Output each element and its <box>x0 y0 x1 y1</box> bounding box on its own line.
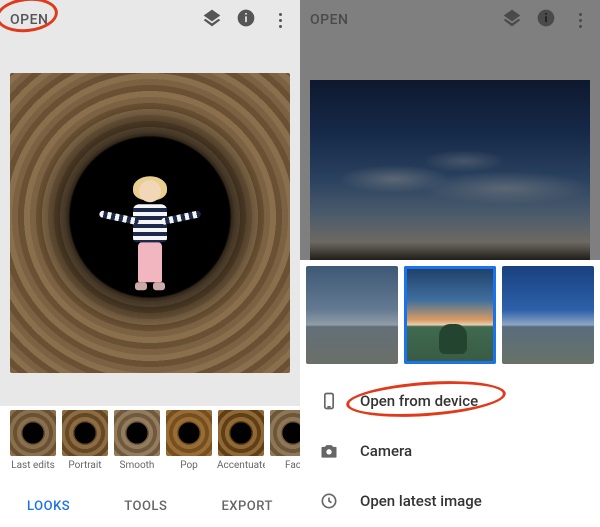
topbar: OPEN <box>0 0 300 40</box>
recent-image[interactable] <box>502 266 594 364</box>
filter-item[interactable]: Accentuate <box>216 410 266 486</box>
filter-label: Accentuate <box>217 460 265 471</box>
open-button[interactable]: OPEN <box>10 12 48 28</box>
filter-label: Fac <box>285 460 300 471</box>
background-photo <box>310 80 590 260</box>
filter-item[interactable]: Smooth <box>112 410 162 486</box>
menu-open-from-device[interactable]: Open from device <box>300 376 600 426</box>
recent-image-selected[interactable] <box>404 266 496 364</box>
menu-camera[interactable]: Camera <box>300 426 600 476</box>
device-icon <box>318 390 340 412</box>
menu-open-latest[interactable]: Open latest image <box>300 476 600 526</box>
filter-label: Last edits <box>11 460 55 471</box>
open-menu: Open from device Camera Open latest imag… <box>300 370 600 526</box>
filter-item[interactable]: Fac <box>268 410 300 486</box>
open-sheet: Open from device Camera Open latest imag… <box>300 260 600 527</box>
filter-label: Smooth <box>120 460 155 471</box>
dimmed-background: OPEN <box>300 0 600 260</box>
recent-image[interactable] <box>306 266 398 364</box>
menu-label: Camera <box>360 442 412 460</box>
clock-icon <box>318 490 340 512</box>
looks-filter-strip: Last edits Portrait Smooth Pop Accentuat… <box>0 406 300 486</box>
recent-images-strip <box>300 260 600 370</box>
info-icon[interactable] <box>236 8 256 32</box>
screenshot-right: OPEN <box>300 0 600 527</box>
overflow-menu-icon[interactable] <box>270 10 290 30</box>
menu-label: Open latest image <box>360 492 482 510</box>
filter-label: Pop <box>180 460 198 471</box>
info-icon[interactable] <box>536 8 556 32</box>
layers-icon[interactable] <box>202 8 222 32</box>
camera-icon <box>318 440 340 462</box>
tab-looks[interactable]: LOOKS <box>27 499 70 514</box>
menu-label: Open from device <box>360 392 478 410</box>
open-button[interactable]: OPEN <box>310 12 348 28</box>
bottom-tabs: LOOKS TOOLS EXPORT <box>0 486 300 527</box>
filter-item[interactable]: Portrait <box>60 410 110 486</box>
layers-icon[interactable] <box>502 8 522 32</box>
overflow-menu-icon[interactable] <box>570 10 590 30</box>
screenshot-left: OPEN <box>0 0 300 527</box>
filter-item[interactable]: Last edits <box>8 410 58 486</box>
filter-label: Portrait <box>68 460 101 471</box>
tab-tools[interactable]: TOOLS <box>124 499 167 514</box>
topbar: OPEN <box>300 0 600 40</box>
tab-export[interactable]: EXPORT <box>221 499 272 514</box>
main-photo <box>10 73 290 373</box>
filter-item[interactable]: Pop <box>164 410 214 486</box>
image-canvas[interactable] <box>0 40 300 406</box>
